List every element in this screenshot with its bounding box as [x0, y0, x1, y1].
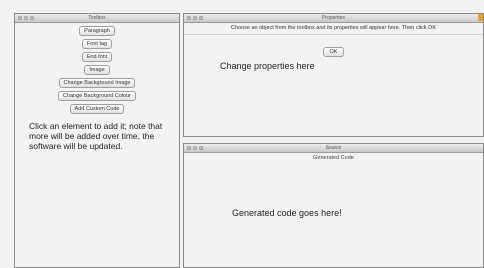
resize-corner-icon — [478, 14, 483, 21]
toolbox-buttons: Paragraph Font tag End font Image Change… — [15, 23, 179, 114]
properties-titlebar[interactable]: Properties — [184, 14, 483, 23]
font-tag-button[interactable]: Font tag — [81, 39, 113, 49]
source-window: Source Generated Code Generated code goe… — [183, 143, 484, 268]
desktop: Toolbox Paragraph Font tag End font Imag… — [0, 0, 484, 268]
source-titlebar[interactable]: Source — [184, 144, 483, 153]
add-custom-code-button[interactable]: Add Custom Code — [69, 104, 125, 114]
toolbox-help-text: Click an element to add it; note that mo… — [29, 121, 163, 151]
source-title: Source — [325, 145, 342, 151]
properties-instructions: Choose an object from the toolbox and it… — [184, 23, 483, 35]
paragraph-button[interactable]: Paragraph — [79, 26, 115, 36]
properties-placeholder: Change properties here — [220, 61, 315, 71]
properties-window: Properties Choose an object from the too… — [183, 13, 484, 137]
change-background-colour-button[interactable]: Change Background Colour — [58, 91, 136, 101]
change-background-image-button[interactable]: Change Background Image — [58, 78, 136, 88]
image-button[interactable]: Image — [84, 65, 110, 75]
generated-code-placeholder[interactable]: Generated code goes here! — [232, 208, 483, 218]
toolbox-window: Toolbox Paragraph Font tag End font Imag… — [14, 13, 180, 268]
properties-title: Properties — [322, 15, 345, 21]
toolbox-titlebar[interactable]: Toolbox — [15, 14, 179, 23]
ok-button[interactable]: OK — [322, 47, 345, 57]
end-font-button[interactable]: End font — [81, 52, 113, 62]
generated-code-heading: Generated Code — [313, 155, 354, 161]
toolbox-title: Toolbox — [88, 15, 106, 21]
